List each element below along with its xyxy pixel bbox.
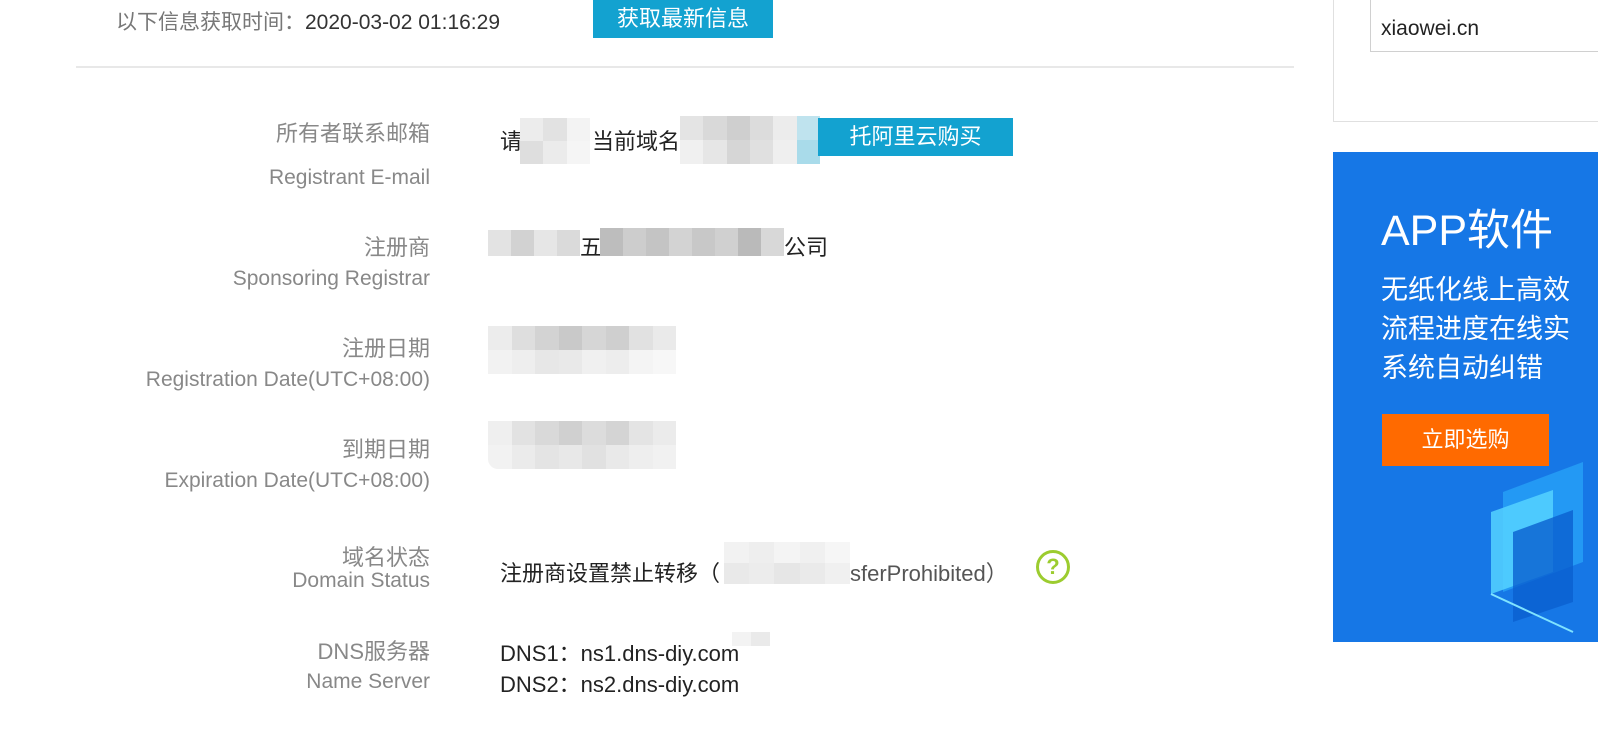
registrar-label-en: Sponsoring Registrar bbox=[232, 267, 430, 290]
redaction-mosaic bbox=[732, 632, 770, 646]
redaction-mosaic bbox=[600, 228, 784, 256]
registration-date-label-en: Registration Date(UTC+08:00) bbox=[145, 368, 430, 391]
registrar-visible-char: 五 bbox=[580, 235, 603, 260]
ad-banner[interactable]: APP软件 无纸化线上高效 流程进度在线实 系统自动纠错 立即选购 bbox=[1333, 152, 1598, 642]
ad-line-3: 系统自动纠错 bbox=[1381, 353, 1543, 383]
ad-title: APP软件 bbox=[1381, 207, 1554, 255]
domain-search-panel bbox=[1333, 0, 1598, 122]
ad-line-1: 无纸化线上高效 bbox=[1381, 275, 1570, 305]
registrant-email-label-en: Registrant E-mail bbox=[268, 166, 430, 189]
dns-server-1: DNS1：ns1.dns-diy.com bbox=[500, 641, 740, 666]
fetch-time-value: 2020-03-02 01:16:29 bbox=[305, 11, 500, 34]
ad-line-2: 流程进度在线实 bbox=[1381, 314, 1570, 344]
header-divider bbox=[76, 66, 1294, 68]
expiration-date-label-en: Expiration Date(UTC+08:00) bbox=[164, 469, 430, 492]
redaction-mosaic bbox=[488, 230, 580, 256]
registrant-email-prefix: 请 bbox=[500, 129, 523, 154]
redaction-mosaic bbox=[724, 542, 850, 584]
redaction-mosaic bbox=[488, 421, 676, 469]
domain-status-value-cn: 注册商设置禁止转移（ bbox=[500, 561, 721, 586]
registrar-label-cn: 注册商 bbox=[363, 235, 430, 260]
info-time-bar: 以下信息获取时间：2020-03-02 01:16:29 获取最新信息 bbox=[0, 0, 1300, 68]
domain-search-input[interactable] bbox=[1370, 0, 1598, 52]
dns-label-cn: DNS服务器 bbox=[317, 639, 430, 664]
device-illustration-icon bbox=[1490, 462, 1583, 633]
redaction-mosaic bbox=[680, 116, 820, 164]
expiration-date-label-cn: 到期日期 bbox=[341, 437, 430, 462]
domain-status-value-en: sferProhibited） bbox=[850, 561, 1008, 586]
registrant-email-label-cn: 所有者联系邮箱 bbox=[275, 121, 430, 146]
redaction-mosaic bbox=[488, 326, 676, 374]
buy-via-aliyun-button[interactable]: 托阿里云购买 bbox=[818, 118, 1013, 156]
registrar-visible-suffix: 公司 bbox=[784, 235, 829, 260]
refresh-info-button[interactable]: 获取最新信息 bbox=[593, 0, 773, 38]
dns-label-en: Name Server bbox=[306, 670, 430, 693]
domain-status-label-en: Domain Status bbox=[292, 569, 430, 592]
dns-server-2: DNS2：ns2.dns-diy.com bbox=[500, 672, 740, 697]
domain-status-label-cn: 域名状态 bbox=[341, 545, 430, 570]
question-circle-icon[interactable]: ? bbox=[1036, 550, 1070, 584]
fetch-time-prefix: 以下信息获取时间： bbox=[116, 11, 305, 34]
redaction-mosaic bbox=[520, 118, 590, 164]
fetch-time-label: 以下信息获取时间：2020-03-02 01:16:29 bbox=[116, 6, 500, 36]
registration-date-label-cn: 注册日期 bbox=[341, 336, 430, 361]
